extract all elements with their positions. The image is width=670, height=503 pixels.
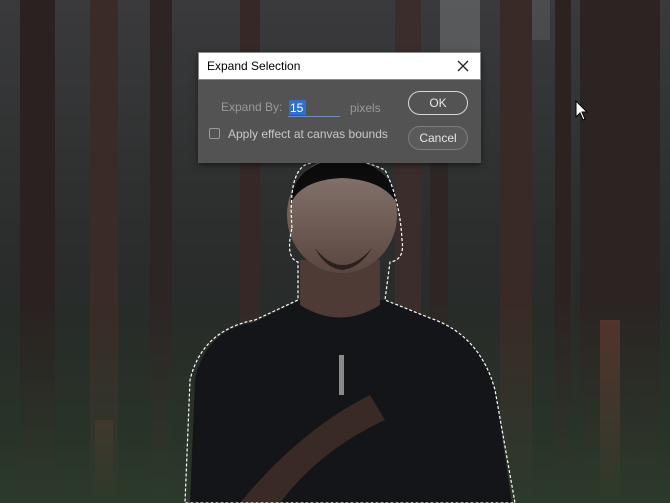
expand-by-input[interactable] bbox=[288, 99, 342, 116]
checkbox-icon[interactable] bbox=[209, 128, 220, 139]
mouse-cursor-icon bbox=[575, 100, 589, 121]
expand-by-field[interactable] bbox=[288, 99, 342, 117]
ok-button[interactable]: OK bbox=[408, 91, 468, 115]
apply-canvas-bounds-label[interactable]: Apply effect at canvas bounds bbox=[228, 127, 388, 141]
dialog-title: Expand Selection bbox=[207, 59, 301, 73]
cancel-button[interactable]: Cancel bbox=[408, 126, 468, 150]
close-icon[interactable] bbox=[454, 57, 472, 75]
expand-by-label: Expand By: bbox=[221, 100, 283, 114]
expand-selection-dialog: Expand Selection Expand By: pixels Apply… bbox=[198, 52, 481, 163]
unit-label: pixels bbox=[350, 101, 381, 115]
dialog-titlebar[interactable]: Expand Selection bbox=[198, 52, 481, 80]
